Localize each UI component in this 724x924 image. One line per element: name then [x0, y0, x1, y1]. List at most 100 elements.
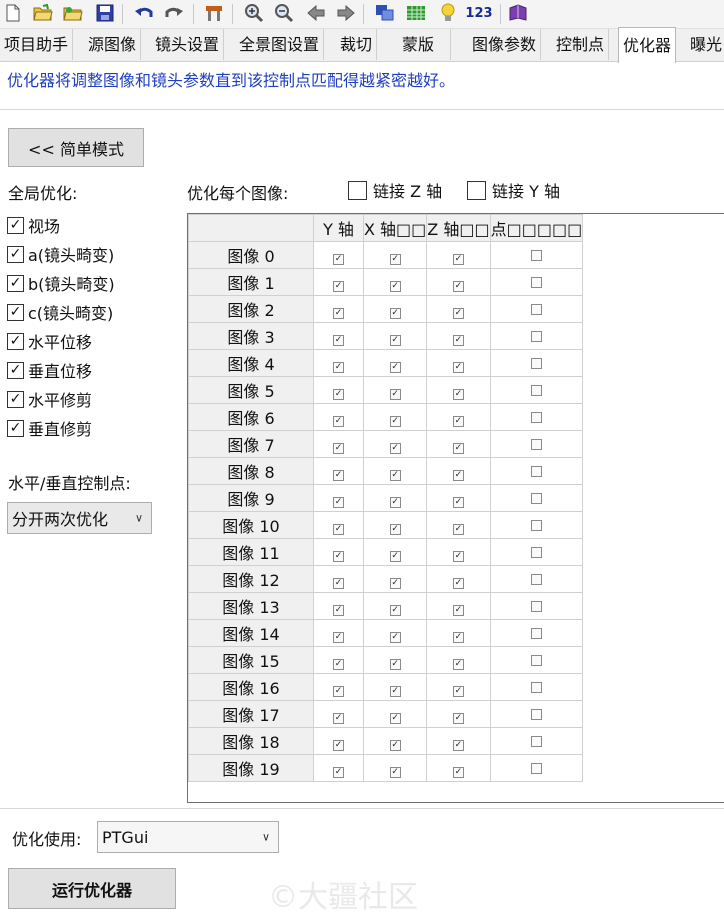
global-option-checkbox[interactable]: ✓ 视场: [7, 214, 60, 236]
row-header[interactable]: 图像 9: [188, 484, 314, 512]
book-icon[interactable]: [507, 2, 529, 24]
checked-box-icon[interactable]: ✓: [389, 685, 401, 697]
checked-box-icon[interactable]: ✓: [333, 253, 344, 265]
tab-crop[interactable]: 裁切: [336, 29, 378, 60]
checked-box-icon[interactable]: ✓: [452, 442, 464, 454]
unchecked-box-icon[interactable]: [530, 708, 542, 720]
checked-box-icon[interactable]: ✓: [389, 766, 401, 778]
new-file-icon[interactable]: [2, 2, 24, 24]
checked-box-icon[interactable]: ✓: [452, 307, 464, 319]
column-header[interactable]: 点□□□□□: [489, 214, 584, 242]
unchecked-box-icon[interactable]: [530, 465, 542, 477]
checked-box-icon[interactable]: ✓: [389, 739, 401, 751]
simple-mode-button[interactable]: << 简单模式: [8, 128, 144, 167]
row-header[interactable]: 图像 6: [188, 403, 314, 431]
column-header[interactable]: X 轴□□: [362, 214, 428, 242]
checked-box-icon[interactable]: ✓: [389, 388, 401, 400]
unchecked-box-icon[interactable]: [530, 438, 542, 450]
checked-box-icon[interactable]: ✓: [389, 415, 401, 427]
tab-project-assistant[interactable]: 项目助手: [0, 29, 74, 60]
unchecked-box-icon[interactable]: [530, 546, 542, 558]
unchecked-box-icon[interactable]: [530, 627, 542, 639]
checked-box-icon[interactable]: ✓: [333, 523, 344, 535]
row-header[interactable]: 图像 1: [188, 268, 314, 296]
unchecked-box-icon[interactable]: [530, 735, 542, 747]
checked-box-icon[interactable]: ✓: [389, 334, 401, 346]
tab-source-images[interactable]: 源图像: [84, 29, 142, 60]
row-header[interactable]: 图像 2: [188, 295, 314, 323]
checked-box-icon[interactable]: ✓: [333, 550, 344, 562]
table-icon[interactable]: [405, 2, 427, 24]
checked-box-icon[interactable]: ✓: [452, 739, 464, 751]
row-header[interactable]: 图像 11: [188, 538, 314, 566]
row-header[interactable]: 图像 10: [188, 511, 314, 539]
checked-box-icon[interactable]: ✓: [452, 415, 464, 427]
checked-box-icon[interactable]: ✓: [333, 739, 344, 751]
checked-box-icon[interactable]: ✓: [452, 361, 464, 373]
redo-icon[interactable]: [163, 2, 185, 24]
checked-box-icon[interactable]: ✓: [333, 388, 344, 400]
tab-masks[interactable]: 蒙版: [386, 29, 452, 60]
checked-box-icon[interactable]: ✓: [333, 361, 344, 373]
check-icon[interactable]: ✓: [7, 274, 24, 292]
tab-exposure[interactable]: 曝光: [686, 29, 724, 60]
checked-box-icon[interactable]: ✓: [333, 658, 344, 670]
checked-box-icon[interactable]: ✓: [389, 631, 401, 643]
open-folder-icon[interactable]: [32, 2, 54, 24]
open-recent-icon[interactable]: [62, 2, 84, 24]
checked-box-icon[interactable]: ✓: [333, 766, 344, 778]
unchecked-box-icon[interactable]: [530, 249, 542, 261]
checked-box-icon[interactable]: ✓: [333, 334, 344, 346]
unchecked-box-icon[interactable]: [530, 762, 542, 774]
checked-box-icon[interactable]: ✓: [389, 469, 401, 481]
tab-panorama-settings[interactable]: 全景图设置: [235, 29, 325, 60]
unchecked-box-icon[interactable]: [530, 600, 542, 612]
global-option-checkbox[interactable]: ✓ 垂直修剪: [7, 417, 92, 439]
check-icon[interactable]: ✓: [7, 390, 24, 408]
checked-box-icon[interactable]: ✓: [452, 523, 464, 535]
global-option-checkbox[interactable]: ✓ b(镜头畸变): [7, 272, 115, 294]
checked-box-icon[interactable]: ✓: [452, 388, 464, 400]
column-header[interactable]: Y 轴: [313, 214, 364, 242]
check-icon[interactable]: ✓: [7, 216, 24, 234]
global-option-checkbox[interactable]: ✓ 水平位移: [7, 330, 92, 352]
row-header[interactable]: 图像 12: [188, 565, 314, 593]
optimize-with-select[interactable]: PTGui ∨: [97, 821, 279, 853]
column-header[interactable]: Z 轴□□: [426, 214, 491, 242]
back-arrow-icon[interactable]: [305, 2, 327, 24]
link-y-checkbox[interactable]: 链接 Y 轴: [467, 179, 560, 201]
row-header[interactable]: 图像 3: [188, 322, 314, 350]
forward-arrow-icon[interactable]: [335, 2, 357, 24]
row-header[interactable]: 图像 5: [188, 376, 314, 404]
checked-box-icon[interactable]: ✓: [333, 712, 344, 724]
unchecked-box-icon[interactable]: [530, 492, 542, 504]
row-header[interactable]: 图像 17: [188, 700, 314, 728]
checked-box-icon[interactable]: ✓: [333, 685, 344, 697]
checked-box-icon[interactable]: ✓: [452, 280, 464, 292]
row-header[interactable]: 图像 0: [188, 241, 314, 269]
save-icon[interactable]: [94, 2, 116, 24]
row-header[interactable]: 图像 4: [188, 349, 314, 377]
checked-box-icon[interactable]: ✓: [333, 307, 344, 319]
checked-box-icon[interactable]: ✓: [333, 280, 344, 292]
link-z-checkbox[interactable]: 链接 Z 轴: [348, 179, 442, 201]
row-header[interactable]: 图像 8: [188, 457, 314, 485]
checked-box-icon[interactable]: ✓: [452, 685, 464, 697]
global-option-checkbox[interactable]: ✓ c(镜头畸变): [7, 301, 113, 323]
checkbox-box[interactable]: [348, 180, 367, 200]
zoom-in-icon[interactable]: [243, 2, 265, 24]
row-header[interactable]: 图像 19: [188, 754, 314, 782]
row-header[interactable]: 图像 13: [188, 592, 314, 620]
numbers-icon[interactable]: 123: [464, 2, 494, 24]
global-option-checkbox[interactable]: ✓ a(镜头畸变): [7, 243, 114, 265]
checked-box-icon[interactable]: ✓: [452, 604, 464, 616]
check-icon[interactable]: ✓: [7, 303, 24, 321]
row-header[interactable]: 图像 15: [188, 646, 314, 674]
undo-icon[interactable]: [133, 2, 155, 24]
unchecked-box-icon[interactable]: [530, 303, 542, 315]
unchecked-box-icon[interactable]: [530, 357, 542, 369]
tools-icon[interactable]: [203, 2, 225, 24]
checked-box-icon[interactable]: ✓: [452, 469, 464, 481]
unchecked-box-icon[interactable]: [530, 411, 542, 423]
checked-box-icon[interactable]: ✓: [333, 415, 344, 427]
